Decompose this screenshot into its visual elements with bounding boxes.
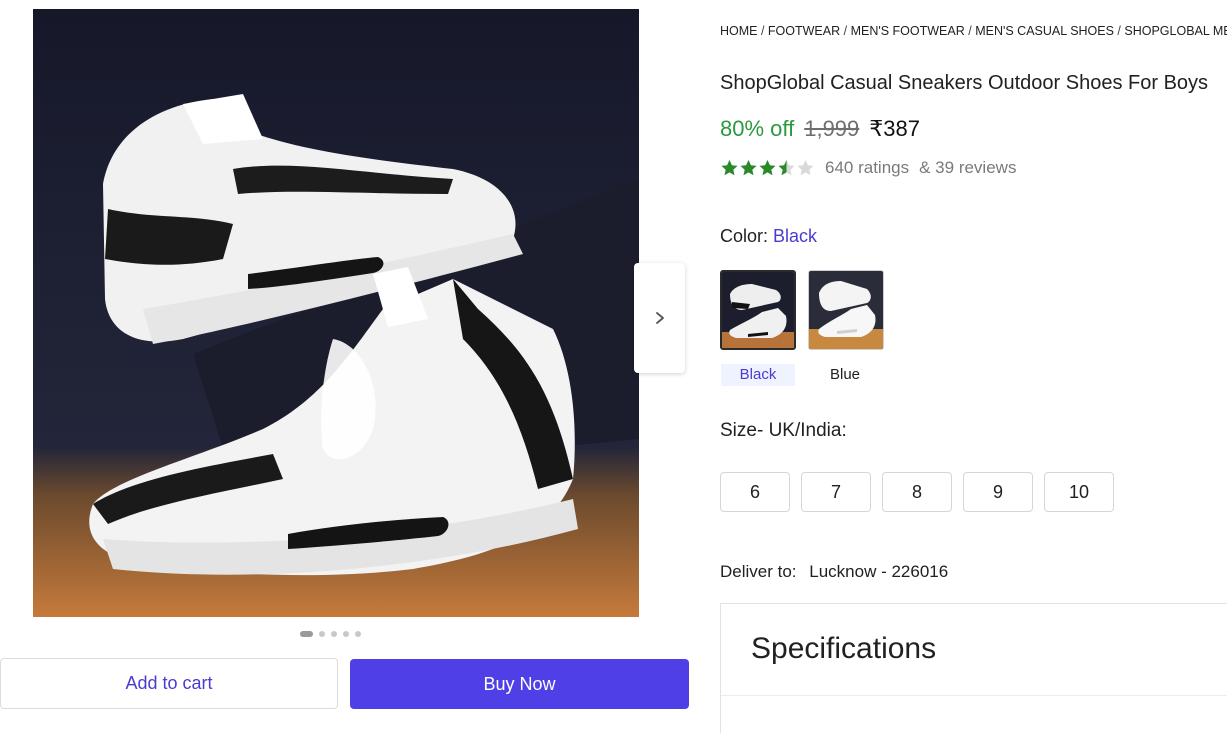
delivery-label: Deliver to: — [720, 562, 797, 581]
specifications-section: Specifications — [720, 603, 1227, 733]
size-options: 6 7 8 9 10 — [720, 472, 1114, 512]
swatch-thumbnail — [722, 272, 794, 348]
reviews-count: & 39 reviews — [919, 158, 1017, 177]
selling-price: ₹387 — [869, 116, 920, 141]
star-icon — [721, 160, 738, 176]
size-option-9[interactable]: 9 — [963, 472, 1033, 512]
breadcrumb: HOME / FOOTWEAR / MEN'S FOOTWEAR / MEN'S… — [720, 24, 1227, 38]
price-row: 80% off 1,999 ₹387 — [720, 116, 920, 142]
next-image-button[interactable] — [634, 263, 685, 373]
color-swatch-blue[interactable] — [808, 270, 884, 350]
breadcrumb-item[interactable]: HOME — [720, 24, 758, 38]
size-option-7[interactable]: 7 — [801, 472, 871, 512]
breadcrumb-item[interactable]: SHOPGLOBAL MEN'S CASUAL SHOES — [1124, 24, 1227, 38]
selected-color: Black — [773, 226, 818, 246]
divider — [721, 695, 1227, 696]
size-option-10[interactable]: 10 — [1044, 472, 1114, 512]
add-to-cart-button[interactable]: Add to cart — [0, 658, 338, 709]
breadcrumb-item[interactable]: MEN'S CASUAL SHOES — [975, 24, 1114, 38]
carousel-dot[interactable] — [300, 631, 313, 637]
swatch-thumbnail — [809, 271, 883, 349]
color-swatch-black[interactable] — [720, 270, 796, 350]
rating-row: 640 ratings & 39 reviews — [720, 158, 1016, 178]
chevron-right-icon — [655, 312, 664, 324]
add-to-cart-label: Add to cart — [125, 673, 213, 693]
buy-now-label: Buy Now — [483, 673, 556, 694]
image-carousel-dots — [300, 631, 361, 637]
product-image[interactable] — [33, 9, 639, 617]
ratings-count: 640 ratings — [825, 158, 910, 177]
star-rating — [720, 159, 815, 177]
delivery-location: Lucknow - 226016 — [809, 562, 949, 581]
star-icon — [740, 160, 757, 176]
buy-now-button[interactable]: Buy Now — [350, 659, 689, 709]
carousel-dot[interactable] — [355, 631, 361, 637]
carousel-dot[interactable] — [343, 631, 349, 637]
delivery-info[interactable]: Deliver to: Lucknow - 226016 — [720, 562, 948, 582]
star-icon — [759, 160, 776, 176]
color-option-blue[interactable]: Blue — [808, 364, 882, 386]
size-label: Size- UK/India: — [720, 420, 847, 441]
product-title: ShopGlobal Casual Sneakers Outdoor Shoes… — [720, 72, 1209, 94]
color-label: Color: Black — [720, 226, 817, 247]
sneaker-photo — [33, 9, 639, 617]
size-option-8[interactable]: 8 — [882, 472, 952, 512]
color-option-black[interactable]: Black — [721, 364, 795, 386]
star-icon — [797, 160, 814, 176]
discount-percent: 80% off — [720, 116, 795, 141]
star-icon — [778, 160, 795, 176]
size-option-6[interactable]: 6 — [720, 472, 790, 512]
breadcrumb-item[interactable]: MEN'S FOOTWEAR — [851, 24, 965, 38]
specifications-title: Specifications — [751, 632, 937, 665]
carousel-dot[interactable] — [331, 631, 337, 637]
breadcrumb-item[interactable]: FOOTWEAR — [768, 24, 840, 38]
color-label-text: Color: — [720, 226, 769, 246]
carousel-dot[interactable] — [319, 631, 325, 637]
original-price: 1,999 — [804, 116, 860, 141]
